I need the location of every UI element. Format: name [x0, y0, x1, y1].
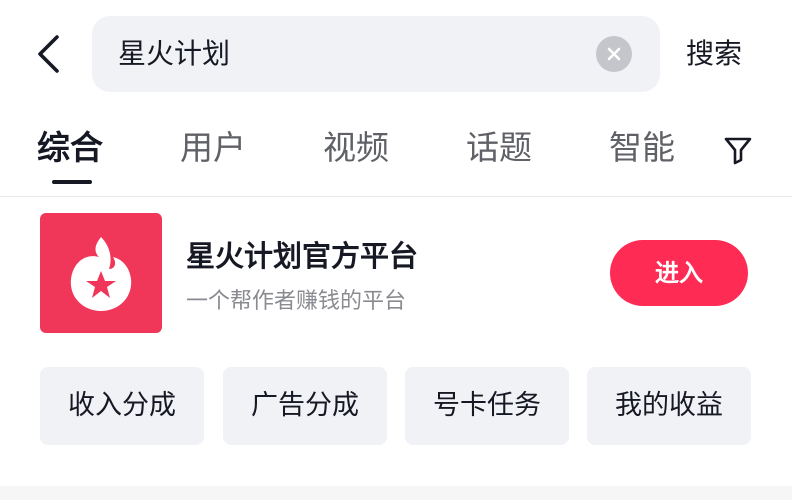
chip-sim-card-tasks[interactable]: 号卡任务: [405, 367, 569, 445]
clear-search-button[interactable]: [596, 36, 632, 72]
tab-smart[interactable]: 智能: [609, 124, 675, 172]
flame-star-logo-icon: [70, 237, 132, 311]
tab-topics[interactable]: 话题: [466, 124, 532, 172]
chip-my-earnings[interactable]: 我的收益: [587, 367, 751, 445]
chip-revenue-share[interactable]: 收入分成: [40, 367, 204, 445]
chevron-left-icon: [38, 35, 59, 73]
result-card[interactable]: 星火计划官方平台 一个帮作者赚钱的平台 进入 收入分成 广告分成 号卡任务 我的…: [0, 197, 792, 487]
active-tab-indicator: [52, 180, 92, 184]
close-icon: [607, 47, 621, 61]
filter-button[interactable]: [720, 130, 756, 170]
search-input[interactable]: 星火计划: [92, 16, 660, 92]
back-button[interactable]: [26, 32, 70, 76]
tab-users[interactable]: 用户: [180, 124, 246, 172]
app-subtitle: 一个帮作者赚钱的平台: [186, 289, 407, 314]
tab-all[interactable]: 综合: [37, 124, 103, 172]
search-tabs: 综合 用户 视频 话题 智能: [0, 108, 792, 197]
enter-button[interactable]: 进入: [610, 240, 748, 306]
search-submit-button[interactable]: 搜索: [686, 16, 742, 92]
app-title[interactable]: 星火计划官方平台: [186, 233, 418, 275]
app-logo[interactable]: [40, 213, 162, 333]
quick-links: 收入分成 广告分成 号卡任务 我的收益: [40, 367, 752, 445]
search-header: 星火计划 搜索: [0, 0, 792, 108]
tab-videos[interactable]: 视频: [323, 124, 389, 172]
chip-ad-revenue-share[interactable]: 广告分成: [223, 367, 387, 445]
filter-icon: [724, 137, 752, 165]
section-divider: [0, 486, 792, 500]
search-query-text: 星火计划: [118, 37, 231, 70]
